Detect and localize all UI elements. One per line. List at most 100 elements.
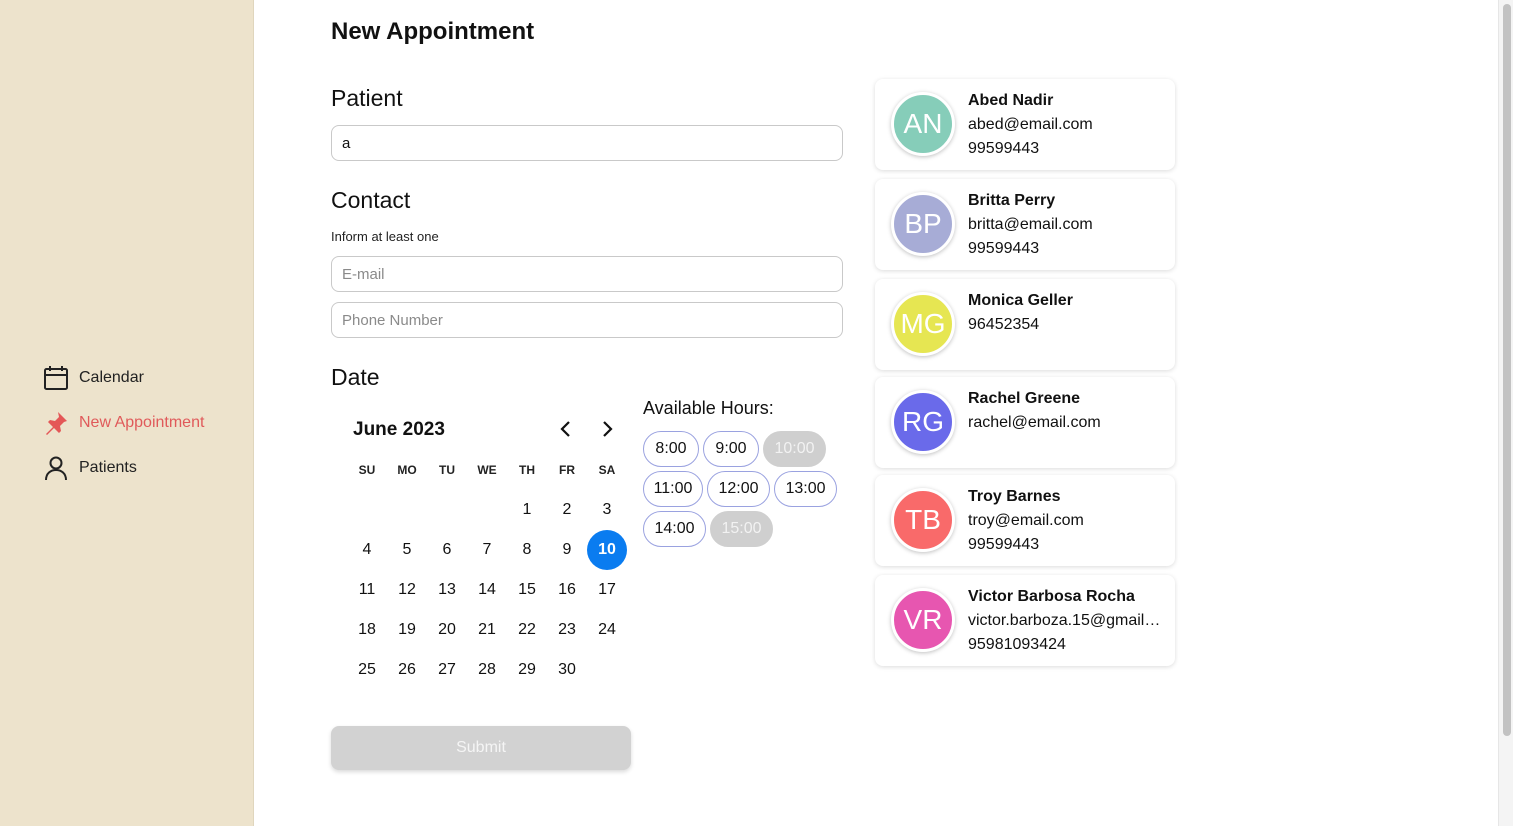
- pin-icon: [42, 409, 70, 437]
- patient-phone: 99599443: [968, 240, 1040, 257]
- calendar-day[interactable]: 4: [347, 530, 387, 570]
- sidebar-item-calendar[interactable]: Calendar: [42, 355, 204, 400]
- chevron-right-icon: [600, 420, 614, 443]
- calendar-day[interactable]: 18: [347, 610, 387, 650]
- calendar-day[interactable]: 23: [547, 610, 587, 650]
- patient-card[interactable]: MG Monica Geller 96452354: [875, 279, 1175, 370]
- weekday-header: TU: [439, 463, 455, 477]
- phone-field[interactable]: [331, 302, 843, 338]
- email-field[interactable]: [331, 256, 843, 292]
- sidebar-nav: Calendar New Appointment Patients: [42, 355, 204, 490]
- patient-card[interactable]: TB Troy Barnes troy@email.com 99599443: [875, 475, 1175, 566]
- calendar-day[interactable]: 30: [547, 650, 587, 690]
- calendar-day[interactable]: 6: [427, 530, 467, 570]
- contact-hint: Inform at least one: [331, 229, 439, 244]
- patient-email: abed@email.com: [968, 116, 1093, 133]
- hour-slot[interactable]: 8:00: [643, 431, 699, 467]
- weekday-header: SA: [598, 463, 616, 477]
- patient-card[interactable]: BP Britta Perry britta@email.com 99599443: [875, 179, 1175, 270]
- date-section-title: Date: [331, 364, 380, 390]
- calendar-day[interactable]: 20: [427, 610, 467, 650]
- contact-section-title: Contact: [331, 187, 411, 213]
- patient-input[interactable]: [331, 125, 843, 161]
- calendar-day[interactable]: 24: [587, 610, 627, 650]
- weekday-header: TH: [519, 463, 535, 477]
- calendar-day[interactable]: 2: [547, 490, 587, 530]
- avatar: RG: [891, 390, 955, 454]
- calendar-month-label: June 2023: [353, 419, 445, 440]
- patient-phone: 99599443: [968, 536, 1040, 553]
- calendar-day[interactable]: 17: [587, 570, 627, 610]
- calendar-day[interactable]: 19: [387, 610, 427, 650]
- patient-card[interactable]: RG Rachel Greene rachel@email.com: [875, 377, 1175, 468]
- calendar-day-selected[interactable]: 10: [587, 530, 627, 570]
- sidebar-item-patients[interactable]: Patients: [42, 445, 204, 490]
- chevron-left-icon: [559, 420, 573, 443]
- calendar-day[interactable]: 29: [507, 650, 547, 690]
- patient-card[interactable]: AN Abed Nadir abed@email.com 99599443: [875, 79, 1175, 170]
- patient-email: troy@email.com: [968, 512, 1084, 529]
- weekday-header: FR: [559, 463, 575, 477]
- calendar-day[interactable]: 21: [467, 610, 507, 650]
- avatar: VR: [891, 588, 955, 652]
- sidebar-item-new-appointment[interactable]: New Appointment: [42, 400, 204, 445]
- avatar: TB: [891, 488, 955, 552]
- patient-name: Troy Barnes: [968, 488, 1061, 505]
- calendar-day[interactable]: 27: [427, 650, 467, 690]
- hour-slot: 15:00: [710, 511, 773, 547]
- prev-month-button[interactable]: [555, 420, 577, 442]
- patient-email: rachel@email.com: [968, 414, 1101, 431]
- patient-name: Abed Nadir: [968, 92, 1054, 109]
- calendar-day[interactable]: 13: [427, 570, 467, 610]
- calendar-day[interactable]: 11: [347, 570, 387, 610]
- patient-name: Victor Barbosa Rocha: [968, 588, 1135, 605]
- patient-name: Rachel Greene: [968, 390, 1081, 407]
- hour-slot[interactable]: 14:00: [643, 511, 706, 547]
- submit-button[interactable]: Submit: [331, 726, 631, 770]
- calendar-day[interactable]: 1: [507, 490, 547, 530]
- calendar-day[interactable]: 16: [547, 570, 587, 610]
- calendar-day[interactable]: 22: [507, 610, 547, 650]
- scrollbar[interactable]: [1498, 0, 1513, 826]
- calendar-day[interactable]: 3: [587, 490, 627, 530]
- scrollbar-thumb[interactable]: [1503, 4, 1511, 736]
- patient-section-title: Patient: [331, 85, 403, 111]
- hour-slot[interactable]: 12:00: [707, 471, 770, 507]
- calendar-icon: [42, 364, 70, 392]
- calendar-day[interactable]: 12: [387, 570, 427, 610]
- patient-name: Britta Perry: [968, 192, 1056, 209]
- patient-card[interactable]: VR Victor Barbosa Rocha victor.barboza.15@…: [875, 575, 1175, 666]
- calendar-day[interactable]: 9: [547, 530, 587, 570]
- page-title: New Appointment: [331, 18, 535, 45]
- calendar-day[interactable]: 8: [507, 530, 547, 570]
- calendar-day[interactable]: 25: [347, 650, 387, 690]
- avatar: BP: [891, 192, 955, 256]
- calendar-day[interactable]: 26: [387, 650, 427, 690]
- sidebar-item-label: New Appointment: [79, 413, 205, 431]
- patient-email: britta@email.com: [968, 216, 1093, 233]
- calendar-day[interactable]: 15: [507, 570, 547, 610]
- user-icon: [42, 454, 70, 482]
- weekday-header: SU: [358, 463, 376, 477]
- hour-slot: 10:00: [763, 431, 826, 467]
- calendar-day[interactable]: 5: [387, 530, 427, 570]
- calendar-day[interactable]: 28: [467, 650, 507, 690]
- hour-slot[interactable]: 9:00: [703, 431, 759, 467]
- calendar-day[interactable]: 7: [467, 530, 507, 570]
- calendar-day[interactable]: 14: [467, 570, 507, 610]
- next-month-button[interactable]: [596, 420, 618, 442]
- patient-name: Monica Geller: [968, 292, 1073, 309]
- avatar: AN: [891, 92, 955, 156]
- hour-slot[interactable]: 11:00: [643, 471, 703, 507]
- avatar: MG: [891, 292, 955, 356]
- patient-phone: 96452354: [968, 316, 1040, 333]
- patient-phone: 99599443: [968, 140, 1040, 157]
- weekday-header: MO: [397, 463, 417, 477]
- weekday-header: WE: [477, 463, 497, 477]
- patient-phone: 95981093424: [968, 636, 1066, 653]
- available-hours-title: Available Hours:: [643, 398, 774, 418]
- sidebar-item-label: Calendar: [79, 368, 144, 386]
- hour-slot[interactable]: 13:00: [774, 471, 837, 507]
- sidebar: Calendar New Appointment Patients: [0, 0, 254, 826]
- patient-email: victor.barboza.15@gmail.com: [968, 612, 1163, 629]
